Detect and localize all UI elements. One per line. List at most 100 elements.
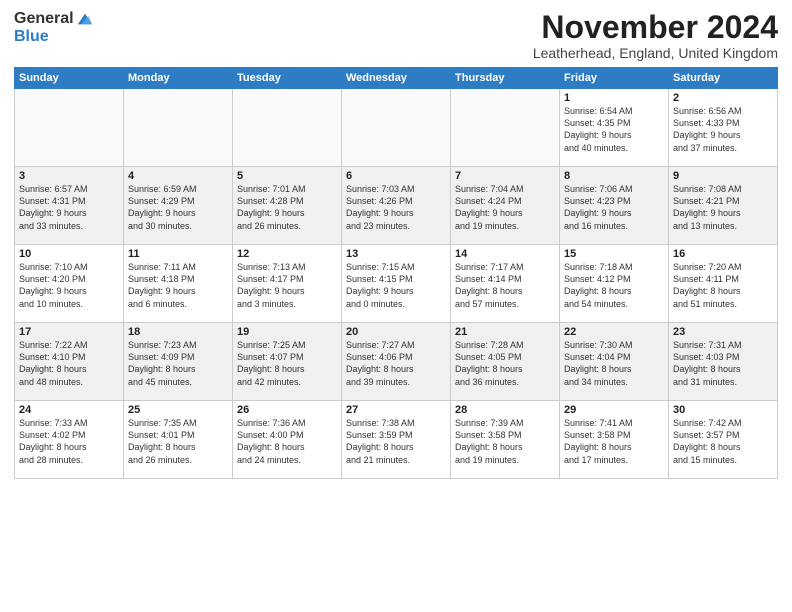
table-row: 7Sunrise: 7:04 AM Sunset: 4:24 PM Daylig…: [451, 167, 560, 245]
day-number: 6: [346, 170, 446, 182]
table-row: 22Sunrise: 7:30 AM Sunset: 4:04 PM Dayli…: [560, 323, 669, 401]
table-row: 20Sunrise: 7:27 AM Sunset: 4:06 PM Dayli…: [342, 323, 451, 401]
day-info: Sunrise: 7:39 AM Sunset: 3:58 PM Dayligh…: [455, 417, 555, 466]
day-number: 4: [128, 170, 228, 182]
day-number: 25: [128, 404, 228, 416]
header-monday: Monday: [124, 68, 233, 89]
table-row: 18Sunrise: 7:23 AM Sunset: 4:09 PM Dayli…: [124, 323, 233, 401]
day-number: 19: [237, 326, 337, 338]
logo-general-text: General: [14, 10, 74, 28]
day-number: 30: [673, 404, 773, 416]
day-info: Sunrise: 7:31 AM Sunset: 4:03 PM Dayligh…: [673, 339, 773, 388]
day-number: 11: [128, 248, 228, 260]
table-row: 29Sunrise: 7:41 AM Sunset: 3:58 PM Dayli…: [560, 401, 669, 479]
day-info: Sunrise: 7:30 AM Sunset: 4:04 PM Dayligh…: [564, 339, 664, 388]
table-row: 28Sunrise: 7:39 AM Sunset: 3:58 PM Dayli…: [451, 401, 560, 479]
day-number: 16: [673, 248, 773, 260]
day-info: Sunrise: 7:03 AM Sunset: 4:26 PM Dayligh…: [346, 183, 446, 232]
day-info: Sunrise: 7:38 AM Sunset: 3:59 PM Dayligh…: [346, 417, 446, 466]
day-info: Sunrise: 7:25 AM Sunset: 4:07 PM Dayligh…: [237, 339, 337, 388]
logo-blue-text: Blue: [14, 28, 49, 46]
day-number: 29: [564, 404, 664, 416]
table-row: 23Sunrise: 7:31 AM Sunset: 4:03 PM Dayli…: [669, 323, 778, 401]
day-number: 2: [673, 92, 773, 104]
table-row: 3Sunrise: 6:57 AM Sunset: 4:31 PM Daylig…: [15, 167, 124, 245]
day-info: Sunrise: 7:06 AM Sunset: 4:23 PM Dayligh…: [564, 183, 664, 232]
table-row: 24Sunrise: 7:33 AM Sunset: 4:02 PM Dayli…: [15, 401, 124, 479]
table-row: 13Sunrise: 7:15 AM Sunset: 4:15 PM Dayli…: [342, 245, 451, 323]
logo: General Blue: [14, 10, 94, 46]
day-number: 10: [19, 248, 119, 260]
table-row: [451, 89, 560, 167]
table-row: 5Sunrise: 7:01 AM Sunset: 4:28 PM Daylig…: [233, 167, 342, 245]
day-number: 8: [564, 170, 664, 182]
calendar-week-row: 1Sunrise: 6:54 AM Sunset: 4:35 PM Daylig…: [15, 89, 778, 167]
day-number: 28: [455, 404, 555, 416]
table-row: 26Sunrise: 7:36 AM Sunset: 4:00 PM Dayli…: [233, 401, 342, 479]
table-row: 21Sunrise: 7:28 AM Sunset: 4:05 PM Dayli…: [451, 323, 560, 401]
calendar-table: Sunday Monday Tuesday Wednesday Thursday…: [14, 67, 778, 479]
table-row: 6Sunrise: 7:03 AM Sunset: 4:26 PM Daylig…: [342, 167, 451, 245]
calendar-week-row: 10Sunrise: 7:10 AM Sunset: 4:20 PM Dayli…: [15, 245, 778, 323]
day-number: 9: [673, 170, 773, 182]
header-saturday: Saturday: [669, 68, 778, 89]
header-sunday: Sunday: [15, 68, 124, 89]
day-info: Sunrise: 7:15 AM Sunset: 4:15 PM Dayligh…: [346, 261, 446, 310]
table-row: [233, 89, 342, 167]
day-number: 21: [455, 326, 555, 338]
table-row: 30Sunrise: 7:42 AM Sunset: 3:57 PM Dayli…: [669, 401, 778, 479]
day-info: Sunrise: 7:35 AM Sunset: 4:01 PM Dayligh…: [128, 417, 228, 466]
table-row: 15Sunrise: 7:18 AM Sunset: 4:12 PM Dayli…: [560, 245, 669, 323]
day-info: Sunrise: 7:13 AM Sunset: 4:17 PM Dayligh…: [237, 261, 337, 310]
table-row: 12Sunrise: 7:13 AM Sunset: 4:17 PM Dayli…: [233, 245, 342, 323]
day-number: 15: [564, 248, 664, 260]
day-info: Sunrise: 7:41 AM Sunset: 3:58 PM Dayligh…: [564, 417, 664, 466]
logo-icon: [76, 10, 94, 28]
calendar-week-row: 24Sunrise: 7:33 AM Sunset: 4:02 PM Dayli…: [15, 401, 778, 479]
day-number: 24: [19, 404, 119, 416]
title-block: November 2024 Leatherhead, England, Unit…: [533, 10, 778, 61]
table-row: 17Sunrise: 7:22 AM Sunset: 4:10 PM Dayli…: [15, 323, 124, 401]
table-row: 27Sunrise: 7:38 AM Sunset: 3:59 PM Dayli…: [342, 401, 451, 479]
header-thursday: Thursday: [451, 68, 560, 89]
calendar-week-row: 17Sunrise: 7:22 AM Sunset: 4:10 PM Dayli…: [15, 323, 778, 401]
day-info: Sunrise: 6:57 AM Sunset: 4:31 PM Dayligh…: [19, 183, 119, 232]
header-tuesday: Tuesday: [233, 68, 342, 89]
table-row: 16Sunrise: 7:20 AM Sunset: 4:11 PM Dayli…: [669, 245, 778, 323]
table-row: [15, 89, 124, 167]
table-row: 4Sunrise: 6:59 AM Sunset: 4:29 PM Daylig…: [124, 167, 233, 245]
calendar-header-row: Sunday Monday Tuesday Wednesday Thursday…: [15, 68, 778, 89]
location: Leatherhead, England, United Kingdom: [533, 45, 778, 61]
day-number: 5: [237, 170, 337, 182]
day-info: Sunrise: 7:28 AM Sunset: 4:05 PM Dayligh…: [455, 339, 555, 388]
day-number: 1: [564, 92, 664, 104]
day-number: 27: [346, 404, 446, 416]
day-info: Sunrise: 6:56 AM Sunset: 4:33 PM Dayligh…: [673, 105, 773, 154]
table-row: 9Sunrise: 7:08 AM Sunset: 4:21 PM Daylig…: [669, 167, 778, 245]
table-row: 25Sunrise: 7:35 AM Sunset: 4:01 PM Dayli…: [124, 401, 233, 479]
day-info: Sunrise: 7:20 AM Sunset: 4:11 PM Dayligh…: [673, 261, 773, 310]
header-wednesday: Wednesday: [342, 68, 451, 89]
table-row: [124, 89, 233, 167]
day-info: Sunrise: 7:11 AM Sunset: 4:18 PM Dayligh…: [128, 261, 228, 310]
day-number: 26: [237, 404, 337, 416]
day-number: 22: [564, 326, 664, 338]
day-info: Sunrise: 7:36 AM Sunset: 4:00 PM Dayligh…: [237, 417, 337, 466]
table-row: 11Sunrise: 7:11 AM Sunset: 4:18 PM Dayli…: [124, 245, 233, 323]
table-row: 14Sunrise: 7:17 AM Sunset: 4:14 PM Dayli…: [451, 245, 560, 323]
day-number: 23: [673, 326, 773, 338]
table-row: 10Sunrise: 7:10 AM Sunset: 4:20 PM Dayli…: [15, 245, 124, 323]
month-title: November 2024: [533, 10, 778, 45]
day-info: Sunrise: 7:42 AM Sunset: 3:57 PM Dayligh…: [673, 417, 773, 466]
day-number: 14: [455, 248, 555, 260]
day-number: 20: [346, 326, 446, 338]
day-info: Sunrise: 7:04 AM Sunset: 4:24 PM Dayligh…: [455, 183, 555, 232]
day-number: 12: [237, 248, 337, 260]
day-info: Sunrise: 7:01 AM Sunset: 4:28 PM Dayligh…: [237, 183, 337, 232]
day-info: Sunrise: 6:54 AM Sunset: 4:35 PM Dayligh…: [564, 105, 664, 154]
day-number: 17: [19, 326, 119, 338]
day-info: Sunrise: 7:08 AM Sunset: 4:21 PM Dayligh…: [673, 183, 773, 232]
table-row: 8Sunrise: 7:06 AM Sunset: 4:23 PM Daylig…: [560, 167, 669, 245]
day-number: 3: [19, 170, 119, 182]
table-row: 1Sunrise: 6:54 AM Sunset: 4:35 PM Daylig…: [560, 89, 669, 167]
